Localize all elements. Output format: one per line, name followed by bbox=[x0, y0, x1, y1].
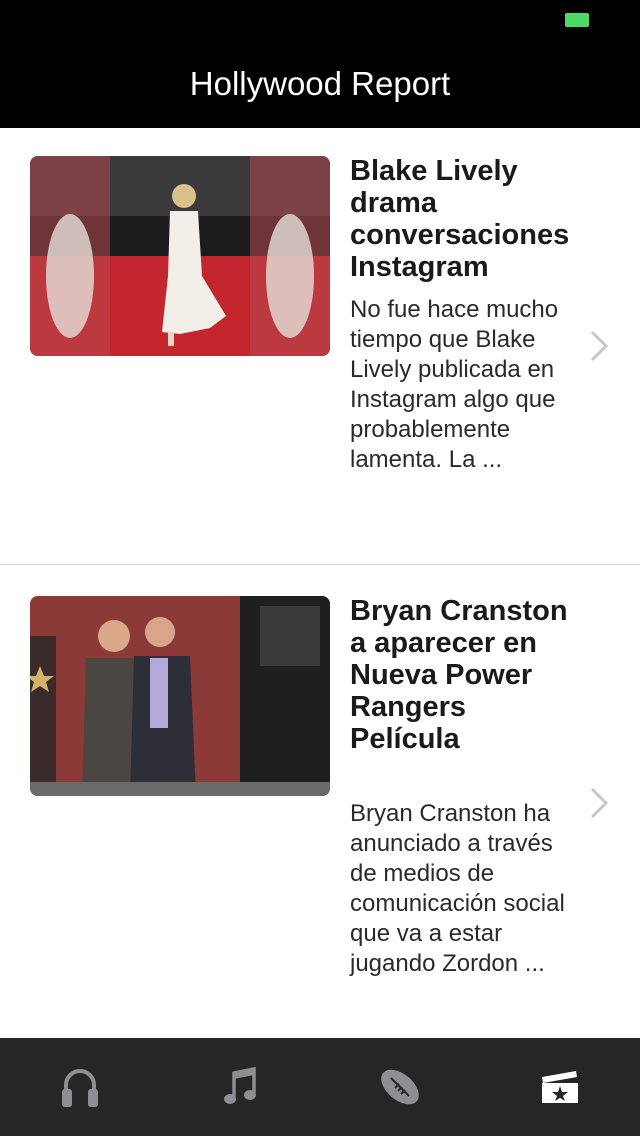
tab-movies[interactable] bbox=[480, 1038, 640, 1136]
article-summary: No fue hace mucho tiempo que Blake Livel… bbox=[350, 296, 559, 473]
chevron-right-icon bbox=[590, 330, 609, 362]
headphones-icon bbox=[62, 1069, 98, 1107]
tab-music[interactable] bbox=[160, 1038, 320, 1136]
music-note-icon bbox=[224, 1067, 256, 1104]
navigation-bar: Hollywood Report bbox=[0, 0, 640, 128]
football-icon bbox=[381, 1069, 419, 1105]
article-summary: Bryan Cranston ha anunciado a través de … bbox=[350, 800, 565, 977]
tab-sports[interactable] bbox=[320, 1038, 480, 1136]
page-title: Hollywood Report bbox=[189, 65, 451, 102]
article-title: Blake Lively drama conversaciones Instag… bbox=[350, 155, 570, 283]
list-item[interactable]: Bryan Cranston a aparecer en Nueva Power… bbox=[0, 565, 640, 1038]
article-thumbnail bbox=[30, 596, 330, 796]
chevron-right-icon bbox=[590, 787, 609, 819]
article-title: Bryan Cranston a aparecer en Nueva Power… bbox=[350, 595, 568, 755]
tab-bar bbox=[0, 1038, 640, 1136]
tab-headphones[interactable] bbox=[0, 1038, 160, 1136]
battery-icon bbox=[565, 13, 589, 27]
movie-ticket-icon bbox=[542, 1071, 578, 1103]
article-list[interactable]: Blake Lively drama conversaciones Instag… bbox=[0, 128, 640, 1038]
list-item[interactable]: Blake Lively drama conversaciones Instag… bbox=[0, 128, 640, 565]
article-thumbnail bbox=[30, 156, 330, 356]
